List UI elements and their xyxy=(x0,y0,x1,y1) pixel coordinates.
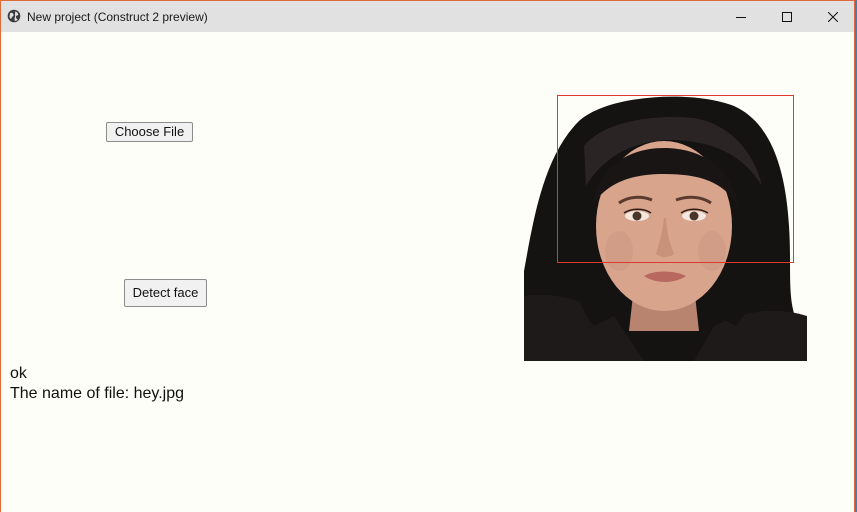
choose-file-button[interactable]: Choose File xyxy=(106,122,193,142)
title-bar[interactable]: New project (Construct 2 preview) xyxy=(1,1,854,32)
globe-icon xyxy=(7,9,21,23)
face-detection-box xyxy=(557,95,794,263)
close-button[interactable] xyxy=(810,1,854,32)
file-name-text: The name of file: hey.jpg xyxy=(10,385,185,402)
minimize-button[interactable] xyxy=(718,1,764,32)
status-text: ok xyxy=(10,365,27,382)
maximize-button[interactable] xyxy=(764,1,810,32)
maximize-icon xyxy=(782,11,792,22)
window-title: New project (Construct 2 preview) xyxy=(27,10,208,24)
minimize-icon xyxy=(736,16,746,18)
detect-face-button[interactable]: Detect face xyxy=(124,279,207,307)
close-icon xyxy=(828,11,838,22)
app-window: New project (Construct 2 preview) Choose… xyxy=(0,0,855,512)
